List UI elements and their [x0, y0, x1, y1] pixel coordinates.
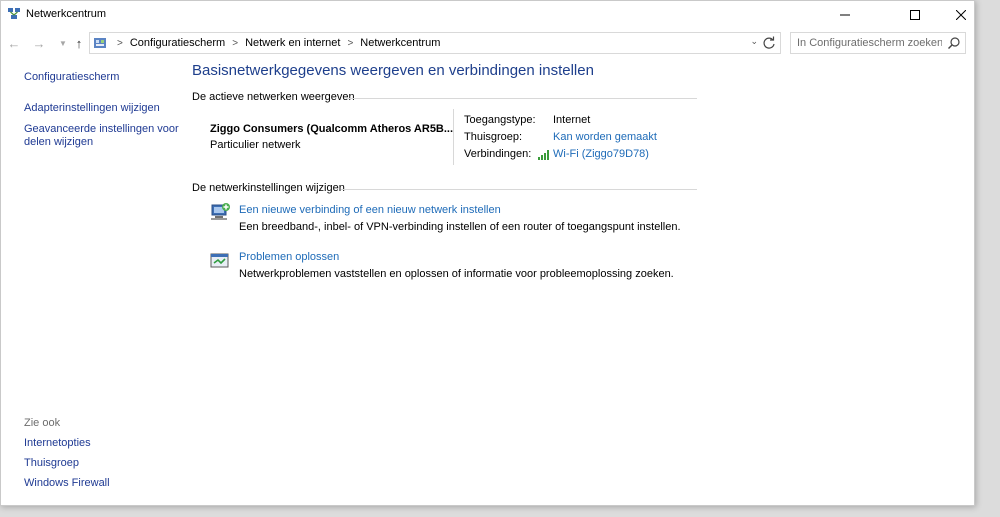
address-bar[interactable]: > Configuratiescherm > Netwerk en intern… [89, 32, 781, 54]
new-connection-link[interactable]: Een nieuwe verbinding of een nieuw netwe… [239, 204, 501, 216]
page-title: Basisnetwerkgegevens weergeven en verbin… [192, 62, 594, 79]
homegroup-link[interactable]: Kan worden gemaakt [553, 131, 657, 143]
main-content: Basisnetwerkgegevens weergeven en verbin… [191, 57, 971, 505]
arrow-right-icon: → [32, 35, 46, 51]
access-type-value: Internet [553, 114, 591, 126]
close-icon [956, 10, 966, 20]
section-divider [347, 98, 697, 99]
maximize-icon [910, 10, 920, 20]
vertical-divider [453, 109, 454, 165]
address-row: ← → ▼ ↑ > Configuratiescherm > Netwerk e… [1, 30, 974, 56]
section-divider [341, 189, 697, 190]
network-type: Particulier netwerk [210, 139, 301, 151]
network-center-app-icon [8, 8, 20, 19]
minimize-icon [840, 14, 850, 16]
sidebar-item-internet-options[interactable]: Internetopties [24, 437, 91, 450]
homegroup-label: Thuisgroep: [464, 131, 523, 143]
refresh-icon[interactable] [761, 35, 777, 51]
search-icon[interactable] [947, 36, 961, 50]
troubleshoot-icon [210, 253, 229, 268]
back-button[interactable]: ← [6, 34, 22, 52]
active-networks-heading: De actieve netwerken weergeven [192, 91, 355, 103]
new-connection-icon [211, 203, 230, 220]
network-name: Ziggo Consumers (Qualcomm Atheros AR5B..… [210, 123, 454, 135]
sidebar-item-advanced-sharing[interactable]: Geavanceerde instellingen voor [24, 123, 179, 136]
search-box[interactable] [790, 32, 966, 54]
breadcrumb-separator-icon[interactable]: > [232, 38, 238, 49]
breadcrumb-separator-icon: > [117, 37, 123, 49]
wifi-signal-icon [538, 149, 549, 160]
troubleshoot-link[interactable]: Problemen oplossen [239, 251, 339, 263]
breadcrumb-item-control-panel[interactable]: Configuratiescherm [130, 37, 225, 49]
arrow-up-icon: ↑ [75, 35, 83, 51]
change-settings-heading: De netwerkinstellingen wijzigen [192, 182, 345, 194]
troubleshoot-description: Netwerkproblemen vaststellen en oplossen… [239, 268, 674, 280]
close-button[interactable] [938, 1, 974, 29]
up-button[interactable]: ↑ [71, 34, 87, 52]
sidebar-item-adapter-settings[interactable]: Adapterinstellingen wijzigen [24, 102, 160, 115]
breadcrumb-item-network-internet[interactable]: Netwerk en internet [245, 37, 340, 49]
arrow-left-icon: ← [7, 35, 21, 51]
wifi-connection-link[interactable]: Wi-Fi (Ziggo79D78) [537, 148, 649, 160]
wifi-connection-label[interactable]: Wi-Fi (Ziggo79D78) [553, 148, 649, 160]
search-input[interactable] [797, 36, 942, 50]
sidebar: Configuratiescherm Adapterinstellingen w… [1, 57, 181, 505]
minimize-button[interactable] [822, 1, 868, 29]
chevron-down-icon: ▼ [59, 38, 67, 48]
maximize-button[interactable] [892, 1, 938, 29]
sidebar-item-advanced-sharing-line2[interactable]: delen wijzigen [24, 136, 93, 149]
breadcrumb-separator-icon[interactable]: > [347, 38, 353, 49]
access-type-label: Toegangstype: [464, 114, 536, 126]
breadcrumb-item-network-center[interactable]: Netwerkcentrum [360, 37, 440, 49]
breadcrumb: > Configuratiescherm > Netwerk en intern… [110, 37, 440, 49]
connections-label: Verbindingen: [464, 148, 532, 160]
sidebar-item-homegroup[interactable]: Thuisgroep [24, 457, 79, 470]
sidebar-item-control-panel-home[interactable]: Configuratiescherm [24, 71, 119, 84]
address-dropdown-icon[interactable]: ⌄ [750, 36, 758, 47]
new-connection-description: Een breedband-, inbel- of VPN-verbinding… [239, 221, 681, 233]
window-title: Netwerkcentrum [26, 8, 107, 20]
sidebar-item-windows-firewall[interactable]: Windows Firewall [24, 477, 110, 490]
recent-locations-button[interactable]: ▼ [55, 34, 71, 52]
see-also-heading: Zie ook [24, 417, 61, 429]
forward-button[interactable]: → [31, 34, 47, 52]
network-center-window: Netwerkcentrum ← → ▼ ↑ > Configuratiesch… [0, 0, 975, 506]
title-bar[interactable]: Netwerkcentrum [1, 1, 974, 29]
control-panel-icon [94, 38, 106, 48]
